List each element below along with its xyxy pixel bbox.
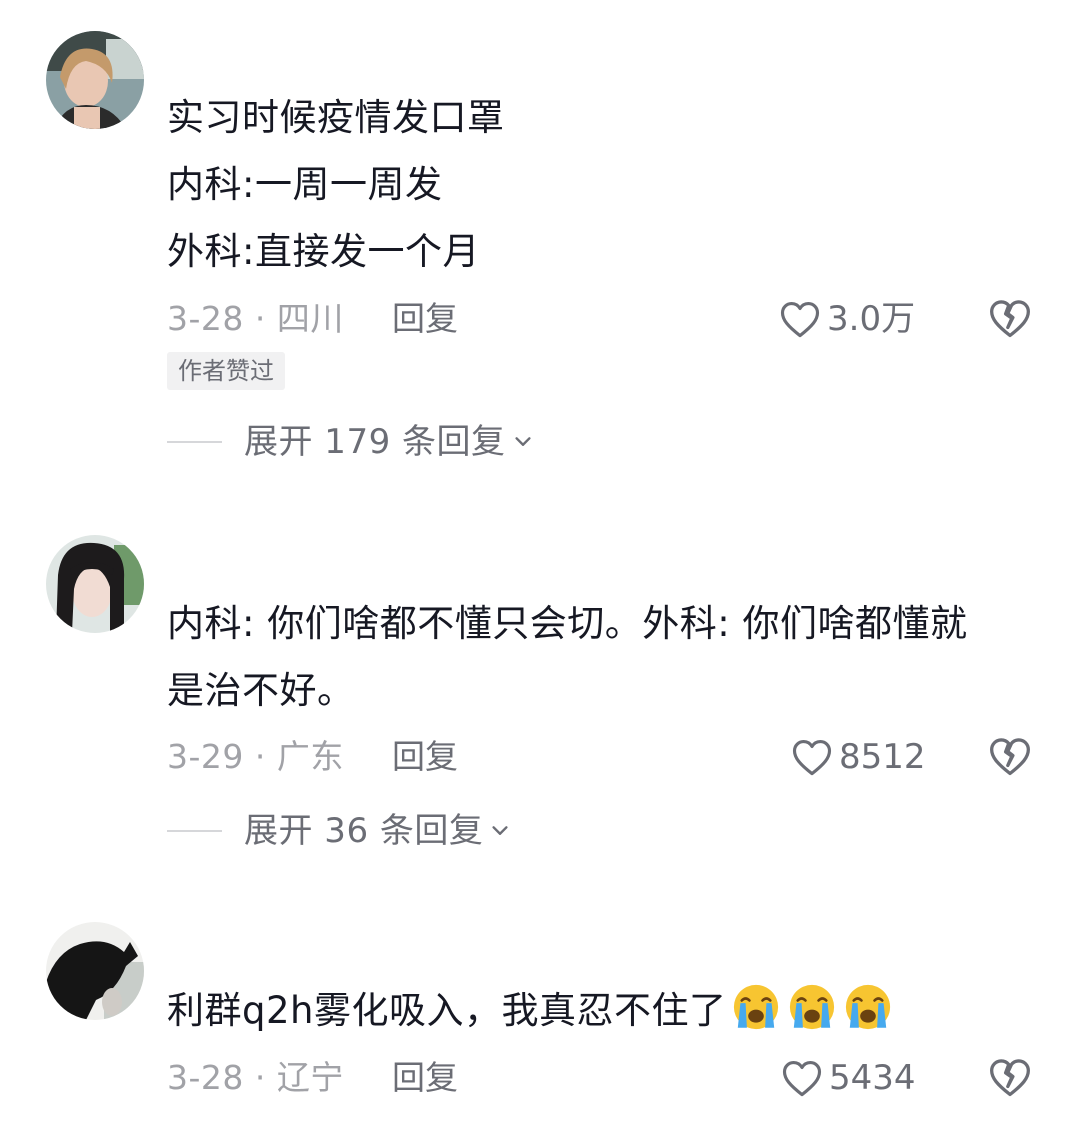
dislike-button[interactable] (988, 1056, 1032, 1100)
comment-text: 利群q2h雾化吸入，我真忍不住了 (167, 977, 894, 1044)
like-count: 3.0万 (827, 299, 916, 339)
crying-face-emoji-icon (790, 984, 835, 1030)
broken-heart-icon (990, 1059, 1030, 1097)
date-location: 3-29 · 广东 (167, 737, 344, 776)
broken-heart-icon (990, 738, 1030, 776)
divider-line (167, 441, 222, 443)
like-button[interactable]: 5434 (781, 1056, 916, 1100)
avatar[interactable] (46, 535, 144, 633)
divider-line (167, 830, 222, 832)
comment-line: 内科: 你们啥都不懂只会切。外科: 你们啥都懂就 (167, 602, 968, 645)
comment-text: 内科: 你们啥都不懂只会切。外科: 你们啥都懂就 是治不好。 (167, 590, 967, 724)
like-count: 8512 (839, 737, 926, 777)
like-button[interactable]: 8512 (791, 735, 926, 779)
comment-meta: 3-29 · 广东 回复 8512 (167, 735, 1080, 779)
expand-replies-button[interactable]: 展开 36 条回复 (167, 809, 511, 853)
dislike-button[interactable] (988, 735, 1032, 779)
date-location: 3-28 · 辽宁 (167, 1058, 344, 1097)
comment-line: 利群q2h雾化吸入，我真忍不住了 (167, 977, 894, 1044)
expand-replies-label: 展开 179 条回复 (244, 422, 506, 462)
comment-line: 外科:直接发一个月 (167, 230, 480, 273)
avatar[interactable] (46, 922, 144, 1020)
comment-line-text: 利群q2h雾化吸入，我真忍不住了 (167, 989, 727, 1032)
crying-face-emoji-icon (846, 984, 891, 1030)
comment-line: 内科:一周一周发 (167, 163, 443, 206)
heart-outline-icon (792, 740, 832, 776)
reply-button[interactable]: 回复 (392, 735, 458, 779)
heart-outline-icon (780, 302, 820, 338)
like-button[interactable]: 3.0万 (779, 297, 915, 341)
date-location: 3-28 · 四川 (167, 299, 344, 338)
comment-text: 实习时候疫情发口罩 内科:一周一周发 外科:直接发一个月 (167, 84, 505, 285)
crying-face-emoji-icon (734, 984, 779, 1030)
broken-heart-icon (990, 300, 1030, 338)
chevron-down-icon (514, 437, 531, 446)
expand-replies-button[interactable]: 展开 179 条回复 (167, 420, 534, 464)
comment-line: 是治不好。 (167, 669, 355, 712)
comment-line: 实习时候疫情发口罩 (167, 96, 505, 139)
heart-outline-icon (782, 1061, 822, 1097)
avatar[interactable] (46, 31, 144, 129)
like-count: 5434 (829, 1058, 916, 1098)
author-liked-badge: 作者赞过 (167, 352, 285, 390)
comment-meta: 3-28 · 辽宁 回复 5434 (167, 1056, 1080, 1100)
dislike-button[interactable] (988, 297, 1032, 341)
comment-meta: 3-28 · 四川 回复 3.0万 (167, 297, 1080, 341)
reply-button[interactable]: 回复 (392, 297, 458, 341)
reply-button[interactable]: 回复 (392, 1056, 458, 1100)
expand-replies-label: 展开 36 条回复 (244, 811, 484, 851)
chevron-down-icon (492, 826, 508, 835)
